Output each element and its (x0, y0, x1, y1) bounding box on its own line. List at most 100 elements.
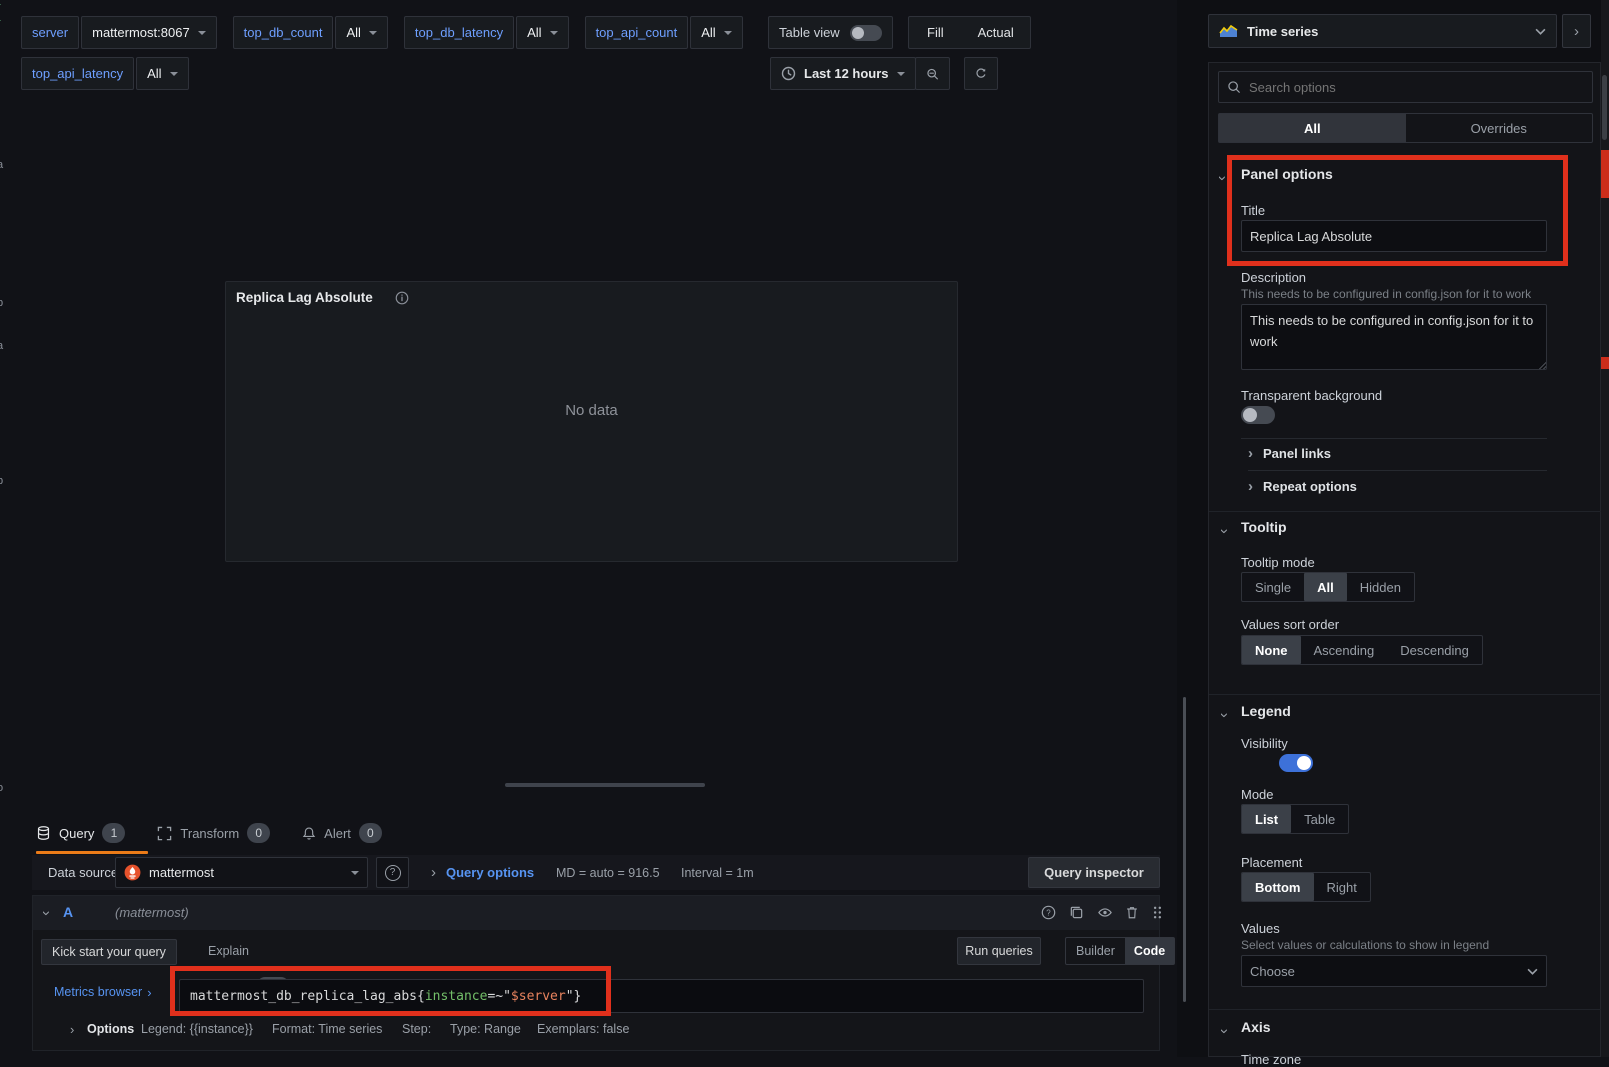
filter-tab-overrides[interactable]: Overrides (1406, 114, 1593, 142)
max-data-points-summary: MD = auto = 916.5 (556, 866, 660, 880)
refresh-icon[interactable] (964, 57, 998, 90)
placement-bottom[interactable]: Bottom (1242, 873, 1314, 901)
duplicate-query-icon[interactable] (1069, 905, 1084, 920)
editor-tabs: Query 1 Transform 0 Alert 0 (36, 818, 382, 848)
legend-mode-table[interactable]: Table (1291, 805, 1348, 833)
tooltip-mode-all[interactable]: All (1304, 573, 1347, 601)
panel-description-textarea[interactable]: This needs to be configured in config.js… (1241, 304, 1547, 370)
query-editor-card: › A (mattermost) ? Kick start your query… (32, 895, 1160, 1051)
collapse-query-icon[interactable]: › (39, 911, 54, 916)
chevron-down-icon (1535, 28, 1546, 35)
chevron-down-icon (897, 72, 905, 76)
legend-values-help: Select values or calculations to show in… (1241, 938, 1489, 952)
time-range-picker[interactable]: Last 12 hours (770, 57, 916, 90)
options-legend-summary: Legend: {{instance}} (141, 1022, 253, 1036)
options-label[interactable]: Options (87, 1022, 134, 1036)
transparent-background-toggle[interactable] (1241, 406, 1275, 424)
options-sidebar: Time series › All Overrides › Panel opti… (1177, 0, 1609, 1057)
metrics-browser-link[interactable]: Metrics browser› (54, 985, 152, 999)
prometheus-icon (124, 864, 141, 881)
sidebar-scrollbar-thumb[interactable] (1602, 75, 1607, 140)
collapse-section-icon[interactable]: › (1217, 1029, 1232, 1034)
panel-title-input[interactable] (1241, 220, 1547, 252)
code-mode-button[interactable]: Code (1125, 938, 1174, 964)
builder-mode-button[interactable]: Builder (1066, 944, 1125, 958)
timeseries-viz-icon (1219, 24, 1238, 38)
query-options-link[interactable]: Query options (446, 865, 534, 880)
tab-alert[interactable]: Alert 0 (302, 823, 382, 843)
sort-ascending[interactable]: Ascending (1301, 636, 1388, 664)
collapse-section-icon[interactable]: › (1217, 529, 1232, 534)
zoom-out-button[interactable] (915, 57, 950, 90)
expr-operator: =~ (487, 989, 503, 1004)
edge-fragment: l (0, 145, 6, 157)
editor-scrollbar-thumb[interactable] (1183, 697, 1186, 1002)
legend-header[interactable]: Legend (1241, 703, 1291, 719)
query-inspector-button[interactable]: Query inspector (1028, 857, 1160, 888)
repeat-options-section[interactable]: › Repeat options (1248, 479, 1357, 494)
table-view-toggle[interactable] (850, 25, 882, 41)
drag-handle-icon[interactable] (1152, 905, 1162, 920)
datasource-picker[interactable]: mattermost (115, 857, 368, 888)
sort-descending[interactable]: Descending (1387, 636, 1482, 664)
chevron-right-icon: › (147, 986, 151, 999)
chevron-right-icon: › (1574, 24, 1579, 39)
variable-value-top-db-latency[interactable]: All (516, 16, 568, 49)
search-options-input[interactable] (1249, 80, 1584, 95)
viz-panel-header[interactable]: Replica Lag Absolute (226, 282, 957, 313)
edge-fragment: a (0, 159, 6, 171)
chevron-down-icon (351, 871, 359, 875)
query-help-icon[interactable]: ? (1041, 905, 1056, 920)
variable-value-top-api-latency[interactable]: All (136, 57, 188, 90)
legend-visibility-toggle[interactable] (1279, 754, 1313, 772)
delete-query-trash-icon[interactable] (1125, 905, 1139, 920)
active-tab-underline (36, 851, 148, 854)
variable-value-top-db-count[interactable]: All (335, 16, 387, 49)
section-divider (1209, 1009, 1602, 1010)
legend-values-select[interactable]: Choose (1241, 955, 1547, 987)
hide-query-eye-icon[interactable] (1097, 905, 1113, 920)
axis-partial-label: Time zone (1241, 1052, 1301, 1067)
visualization-picker[interactable]: Time series (1208, 14, 1557, 48)
legend-mode-list[interactable]: List (1242, 805, 1291, 833)
no-data-message: No data (226, 402, 957, 419)
search-options-box[interactable] (1218, 71, 1593, 103)
tab-transform[interactable]: Transform 0 (157, 823, 270, 843)
tooltip-header[interactable]: Tooltip (1241, 519, 1287, 535)
run-queries-button[interactable]: Run queries (957, 937, 1041, 965)
tooltip-mode-hidden[interactable]: Hidden (1347, 573, 1414, 601)
axis-header[interactable]: Axis (1241, 1019, 1271, 1035)
grafana-panel-editor: { "icons": { "chevron": "\u203A", "quest… (0, 0, 1609, 1057)
info-icon[interactable] (395, 291, 409, 305)
options-step-summary: Step: (402, 1022, 431, 1036)
transform-icon (157, 826, 172, 841)
sort-none[interactable]: None (1242, 636, 1301, 664)
edge-fragment: r (0, 1, 6, 13)
splitter-handle[interactable] (505, 783, 705, 787)
collapse-section-icon[interactable]: › (1215, 176, 1230, 181)
panel-options-header[interactable]: Panel options (1241, 166, 1333, 182)
datasource-help-button[interactable]: ? (376, 857, 409, 888)
legend-placement-label: Placement (1241, 855, 1302, 870)
collapse-section-icon[interactable]: › (1217, 713, 1232, 718)
placement-right[interactable]: Right (1314, 873, 1370, 901)
edge-fragment: r (0, 17, 6, 29)
actual-button[interactable]: Actual (962, 25, 1030, 40)
chevron-right-icon[interactable]: › (431, 865, 436, 880)
variable-value-top-api-count[interactable]: All (690, 16, 742, 49)
query-row-header[interactable]: › A (mattermost) ? (33, 896, 1159, 930)
fill-button[interactable]: Fill (909, 25, 962, 40)
expr-quote: " (503, 989, 511, 1004)
sidebar-scrollbar-track[interactable] (1601, 0, 1609, 1057)
expr-label-name: instance (425, 989, 488, 1004)
kick-start-query-button[interactable]: Kick start your query (41, 939, 177, 965)
options-chevron-icon[interactable]: › (70, 1023, 74, 1036)
panel-links-section[interactable]: › Panel links (1248, 446, 1331, 461)
filter-tab-all[interactable]: All (1219, 114, 1406, 142)
tooltip-mode-single[interactable]: Single (1242, 573, 1304, 601)
collapse-options-pane-button[interactable]: › (1562, 14, 1591, 48)
transparent-background-label: Transparent background (1241, 388, 1382, 403)
variable-value-server[interactable]: mattermost:8067 (81, 16, 217, 49)
query-expression-input[interactable]: mattermost_db_replica_lag_abs{instance=~… (179, 979, 1144, 1013)
tab-query[interactable]: Query 1 (36, 823, 125, 843)
